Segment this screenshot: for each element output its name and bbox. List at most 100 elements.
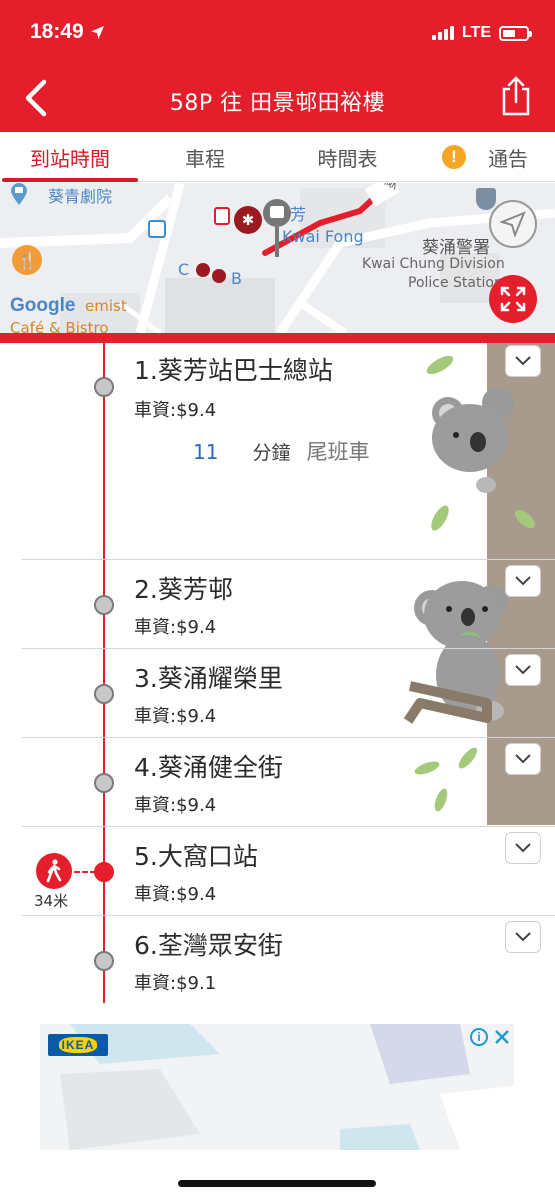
stop-item-5[interactable]: 34米 5.大窩口站 車資:$9.4 — [0, 827, 555, 915]
stop-item-1[interactable]: 1.葵芳站巴士總站 車資:$9.4 11 分鐘 尾班車 — [0, 343, 555, 559]
walking-icon — [36, 853, 72, 889]
signal-icon — [431, 26, 454, 40]
close-icon[interactable] — [494, 1029, 510, 1045]
chevron-down-icon — [515, 576, 531, 586]
map-label-kwai-fong-en: Kwai Fong — [282, 227, 364, 246]
ad-controls: i — [470, 1028, 510, 1046]
stop-name: 5.大窩口站 — [134, 842, 258, 871]
location-arrow-icon — [90, 25, 104, 39]
info-icon[interactable]: i — [470, 1028, 488, 1046]
back-button[interactable] — [18, 76, 58, 120]
mtr-logo-icon: ✱ — [234, 206, 262, 234]
bus-stop-icon — [148, 220, 166, 238]
expand-stop-button[interactable] — [505, 654, 541, 686]
status-indicators: LTE — [431, 24, 532, 42]
eta-row: 11 分鐘 尾班車 — [193, 436, 369, 466]
stop-fare: 車資:$9.4 — [134, 795, 217, 816]
eta-note: 尾班車 — [306, 440, 370, 464]
map-label-exit-c: C — [178, 260, 190, 279]
eta-minutes: 11 — [193, 440, 219, 464]
ad-banner[interactable]: IKEA i — [40, 1024, 514, 1150]
stop-name: 4.葵涌健全街 — [134, 753, 283, 782]
expand-stop-button[interactable] — [505, 345, 541, 377]
status-time: 18:49 — [30, 20, 105, 44]
mtr-exit-icon — [196, 263, 210, 277]
share-icon — [502, 76, 530, 116]
chevron-down-icon — [515, 843, 531, 853]
expand-stop-button[interactable] — [505, 921, 541, 953]
stop-name: 2.葵芳邨 — [134, 575, 233, 604]
locate-me-button[interactable] — [489, 200, 537, 248]
tab-arrival-time[interactable]: 到站時間 — [0, 132, 140, 182]
map-label-cafe-2: Café & Bistro — [10, 319, 109, 333]
stop-marker — [94, 377, 114, 397]
share-button[interactable] — [499, 74, 533, 118]
stop-item-4[interactable]: 4.葵涌健全街 車資:$9.4 — [0, 738, 555, 826]
route-map[interactable]: 葵青劇院 ✱ 芳 Kwai Fong 葵涌警署 Kwai Chung Divis… — [0, 183, 555, 333]
network-label: LTE — [461, 24, 491, 41]
ad-brand-text: IKEA — [58, 1037, 98, 1053]
active-tab-indicator — [2, 178, 138, 182]
expand-stop-button[interactable] — [505, 832, 541, 864]
walk-distance: 34米 — [34, 892, 69, 910]
stop-name: 3.葵涌耀榮里 — [134, 664, 283, 693]
map-label-exit-b: B — [231, 269, 242, 288]
tab-notices[interactable]: ! 通告 — [415, 132, 555, 182]
page-title: 58P 往 田景邨田裕樓 — [169, 91, 386, 116]
map-label-police-en-2: Police Station — [408, 275, 503, 291]
app-header: 18:49 LTE 58P 往 田景邨田裕樓 — [0, 0, 555, 132]
expand-map-button[interactable] — [489, 275, 537, 323]
map-label-theatre: 葵青劇院 — [48, 187, 113, 206]
map-label-google: Google — [10, 295, 76, 316]
map-label-kwai-fong-zh: 芳 — [290, 205, 307, 224]
stop-marker — [94, 595, 114, 615]
restaurant-icon: 🍴 — [12, 245, 42, 275]
map-pin-icon — [10, 183, 28, 205]
police-icon — [476, 188, 496, 210]
tab-journey-label: 車程 — [185, 146, 225, 171]
stop-fare: 車資:$9.4 — [134, 617, 217, 638]
alert-icon: ! — [442, 145, 466, 169]
navigation-arrow-icon — [500, 211, 526, 237]
map-label-police-zh: 葵涌警署 — [422, 238, 490, 258]
expand-icon — [500, 286, 526, 312]
map-label-cafe-1: emist — [85, 297, 127, 315]
tab-notices-label: 通告 — [488, 146, 528, 171]
eta-unit: 分鐘 — [252, 442, 291, 464]
map-divider — [0, 333, 555, 343]
mtr-exit-icon-2 — [212, 269, 226, 283]
chevron-down-icon — [515, 754, 531, 764]
mtr-station-icon — [214, 207, 230, 225]
status-bar: 18:49 LTE — [0, 0, 555, 66]
chevron-down-icon — [515, 356, 531, 366]
stop-item-6[interactable]: 6.荃灣眾安街 車資:$9.1 — [0, 916, 555, 1003]
stop-fare: 車資:$9.4 — [134, 706, 217, 727]
stop-name: 1.葵芳站巴士總站 — [134, 356, 333, 385]
tab-journey[interactable]: 車程 — [140, 132, 270, 182]
nav-bar: 58P 往 田景邨田裕樓 — [0, 66, 555, 132]
home-indicator[interactable] — [178, 1180, 376, 1187]
walk-connector — [74, 871, 96, 873]
tab-bar: 到站時間 車程 時間表 ! 通告 — [0, 132, 555, 182]
stop-list: 1.葵芳站巴士總站 車資:$9.4 11 分鐘 尾班車 2.葵芳邨 車資:$9.… — [0, 343, 555, 1003]
stop-item-3[interactable]: 3.葵涌耀榮里 車資:$9.4 — [0, 649, 555, 737]
stop-marker — [94, 684, 114, 704]
nearest-stop-marker — [94, 862, 114, 882]
status-time-text: 18:49 — [30, 20, 84, 43]
stop-marker — [94, 773, 114, 793]
stop-name: 6.荃灣眾安街 — [134, 931, 283, 960]
stop-item-2[interactable]: 2.葵芳邨 車資:$9.4 — [0, 560, 555, 648]
stop-fare: 車資:$9.4 — [134, 884, 217, 905]
chevron-down-icon — [515, 932, 531, 942]
tab-timetable-label: 時間表 — [317, 146, 378, 171]
tab-arrival-time-label: 到站時間 — [30, 146, 110, 171]
ad-brand-logo: IKEA — [48, 1034, 108, 1056]
expand-stop-button[interactable] — [505, 565, 541, 597]
stop-marker — [94, 951, 114, 971]
tab-timetable[interactable]: 時間表 — [280, 132, 415, 182]
expand-stop-button[interactable] — [505, 743, 541, 775]
battery-icon — [499, 25, 532, 41]
chevron-down-icon — [515, 665, 531, 675]
ad-image — [40, 1024, 514, 1150]
map-label-police-en-1: Kwai Chung Division — [362, 256, 505, 272]
